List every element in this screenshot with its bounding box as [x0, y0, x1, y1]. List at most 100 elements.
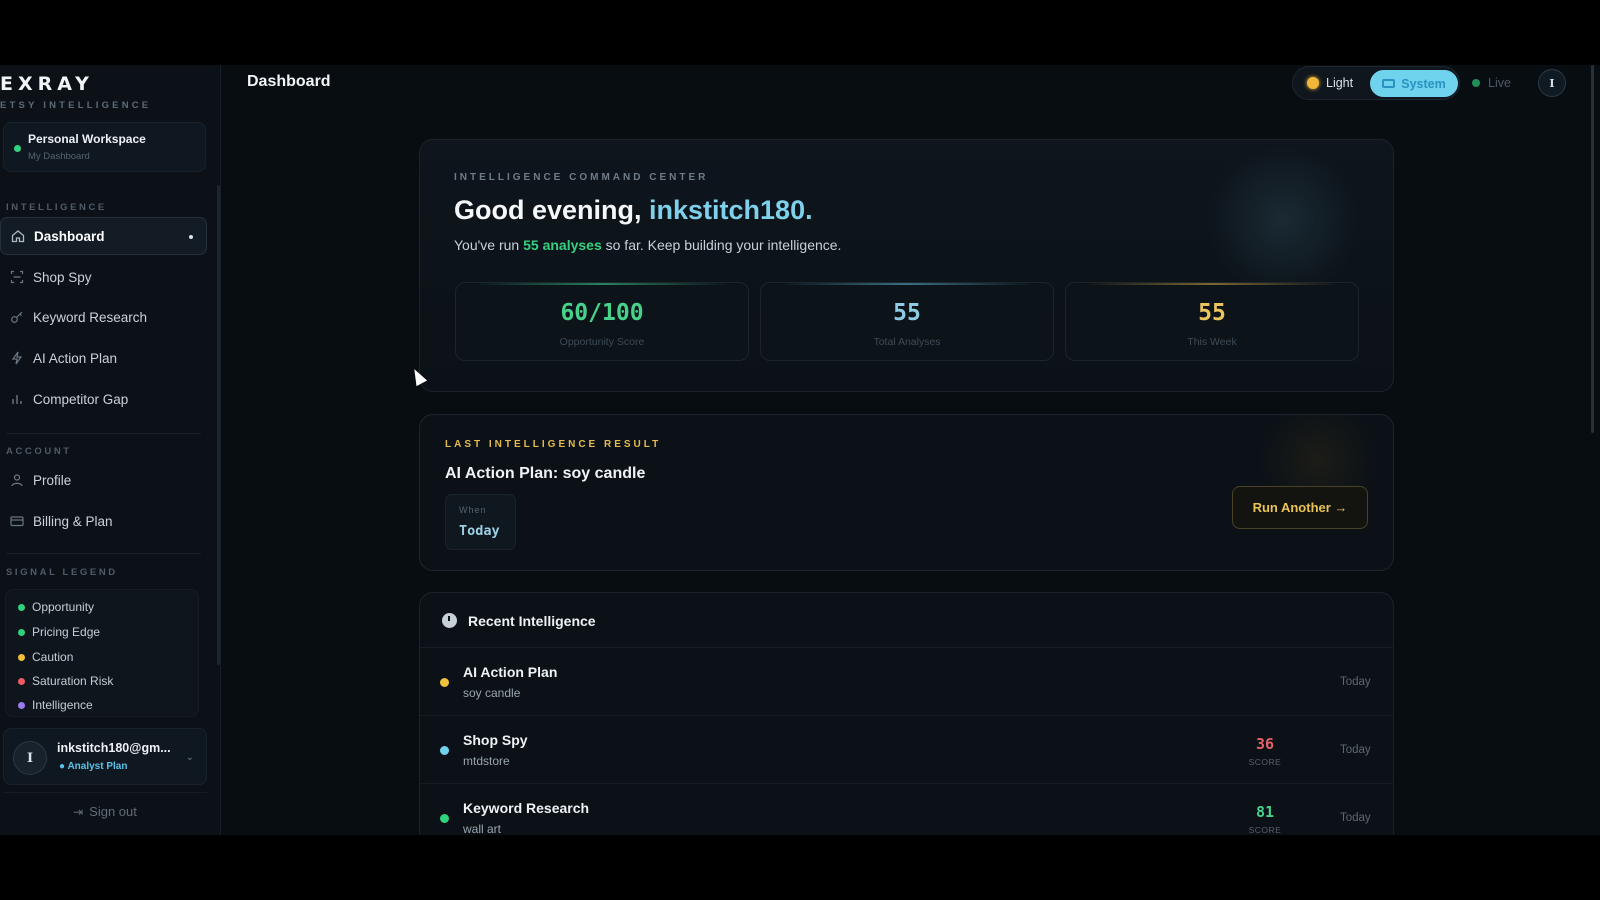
section-label-account: ACCOUNT [6, 446, 72, 457]
legend-dot [18, 628, 25, 636]
chevron-down-icon: ⌄ [185, 752, 194, 763]
legend-dot [18, 653, 25, 661]
row-score-label: SCORE [1248, 757, 1282, 767]
row-title: Shop Spy [463, 732, 528, 748]
stat-this-week: 55 This Week [1065, 282, 1359, 361]
row-subtitle: soy candle [463, 686, 521, 700]
recent-row[interactable]: Shop Spy mtdstore 36 SCORE Today [420, 716, 1393, 784]
sidebar-item-label: Competitor Gap [33, 391, 129, 407]
signal-dot [440, 814, 449, 823]
legend-item-intelligence: Intelligence [18, 698, 93, 712]
legend-dot [18, 677, 25, 685]
row-title: Keyword Research [463, 800, 590, 816]
recent-row[interactable]: AI Action Plan soy candle Today [420, 648, 1393, 716]
greeting-text: Good evening, [454, 195, 650, 225]
sidebar-scrollbar[interactable] [217, 185, 220, 665]
brand-tagline: ETSY INTELLIGENCE [0, 100, 152, 111]
sun-icon [1307, 77, 1319, 89]
app-window: EXRAY ETSY INTELLIGENCE Personal Workspa… [0, 65, 1600, 835]
row-subtitle: wall art [463, 822, 502, 835]
sidebar-item-label: Shop Spy [33, 269, 92, 285]
live-status-label: Live [1488, 76, 1511, 90]
legend-item-opportunity: Opportunity [18, 600, 94, 614]
header-avatar[interactable]: I [1538, 69, 1566, 97]
stat-value: 60/100 [560, 300, 644, 326]
when-value: Today [459, 523, 500, 539]
bar-chart-icon [10, 392, 24, 406]
theme-toggle: Light System [1292, 66, 1460, 100]
stat-label: Opportunity Score [559, 336, 645, 348]
avatar: I [13, 741, 47, 775]
brand-logo[interactable]: EXRAY [0, 73, 94, 95]
stat-accent-line [781, 283, 1033, 285]
theme-option-light[interactable]: Light [1307, 76, 1353, 90]
workspace-status-dot [14, 145, 21, 152]
legend-dot [18, 701, 25, 709]
workspace-title: Personal Workspace [28, 132, 146, 146]
sidebar-divider [6, 433, 201, 434]
monitor-icon [1382, 79, 1396, 88]
sidebar-item-profile[interactable]: Profile [0, 461, 207, 499]
recent-intelligence-card: Recent Intelligence AI Action Plan soy c… [419, 592, 1394, 835]
stat-accent-line [476, 283, 728, 285]
card-icon [10, 514, 24, 528]
recent-row[interactable]: Keyword Research wall art 81 SCORE Today [420, 784, 1393, 835]
sidebar-item-label: AI Action Plan [33, 350, 118, 366]
stat-value: 55 [893, 300, 921, 326]
theme-option-label: System [1401, 76, 1446, 91]
row-title: AI Action Plan [463, 664, 558, 680]
section-label-signal-legend: SIGNAL LEGEND [6, 567, 118, 578]
command-center-eyebrow: INTELLIGENCE COMMAND CENTER [454, 172, 709, 183]
sidebar-item-label: Dashboard [34, 228, 105, 244]
summary-suffix: so far. Keep building your intelligence. [601, 237, 842, 253]
row-timestamp: Today [1340, 676, 1371, 688]
stat-label: This Week [1187, 336, 1237, 348]
row-score: 81 [1255, 803, 1275, 821]
sidebar-item-label: Keyword Research [33, 309, 148, 325]
sidebar-item-label: Profile [33, 472, 72, 488]
row-timestamp: Today [1340, 744, 1371, 756]
stat-label: Total Analyses [873, 336, 941, 348]
workspace-switcher[interactable]: Personal Workspace My Dashboard [3, 122, 206, 172]
live-status: Live [1472, 76, 1511, 90]
command-center-card: INTELLIGENCE COMMAND CENTER Good evening… [419, 139, 1394, 392]
user-plan-badge: ● Analyst Plan [59, 761, 128, 772]
when-label: When [459, 505, 487, 515]
row-score: 36 [1255, 735, 1275, 753]
sidebar-item-dashboard[interactable]: Dashboard [0, 217, 207, 255]
signal-dot [440, 678, 449, 687]
run-another-button[interactable]: Run Another → [1232, 486, 1368, 529]
sidebar-item-keyword-research[interactable]: Keyword Research [0, 298, 207, 336]
card-glow [1203, 145, 1363, 295]
legend-item-saturation-risk: Saturation Risk [18, 674, 113, 688]
sidebar-item-billing-plan[interactable]: Billing & Plan [0, 502, 207, 540]
user-account-menu[interactable]: I inkstitch180@gm... ● Analyst Plan ⌄ [3, 728, 207, 785]
theme-option-system[interactable]: System [1370, 70, 1458, 97]
last-result-eyebrow: LAST INTELLIGENCE RESULT [445, 439, 662, 450]
sidebar-item-ai-action-plan[interactable]: AI Action Plan [0, 339, 207, 377]
legend-item-pricing-edge: Pricing Edge [18, 625, 100, 639]
legend-dot [18, 603, 25, 611]
section-label-intelligence: INTELLIGENCE [6, 202, 107, 213]
main-scrollbar[interactable] [1591, 65, 1594, 433]
user-icon [10, 473, 24, 487]
key-icon [10, 310, 24, 324]
legend-label: Saturation Risk [32, 674, 114, 688]
sidebar: EXRAY ETSY INTELLIGENCE Personal Workspa… [0, 65, 221, 835]
last-result-card: LAST INTELLIGENCE RESULT AI Action Plan:… [419, 414, 1394, 571]
stat-value: 55 [1198, 300, 1226, 326]
summary-prefix: You've run [454, 237, 524, 253]
sign-out-label: Sign out [89, 804, 137, 819]
sidebar-item-competitor-gap[interactable]: Competitor Gap [0, 380, 207, 418]
legend-label: Intelligence [32, 698, 93, 712]
legend-label: Opportunity [32, 600, 95, 614]
live-status-dot [1472, 79, 1480, 87]
sidebar-item-shop-spy[interactable]: Shop Spy [0, 258, 207, 296]
sidebar-item-label: Billing & Plan [33, 513, 113, 529]
stat-opportunity-score: 60/100 Opportunity Score [455, 282, 749, 361]
user-email: inkstitch180@gm... [57, 741, 171, 755]
sign-out-button[interactable]: ⇥ Sign out [3, 792, 207, 830]
row-timestamp: Today [1340, 812, 1371, 824]
recent-header: Recent Intelligence [420, 593, 1393, 648]
scan-icon [10, 270, 24, 284]
